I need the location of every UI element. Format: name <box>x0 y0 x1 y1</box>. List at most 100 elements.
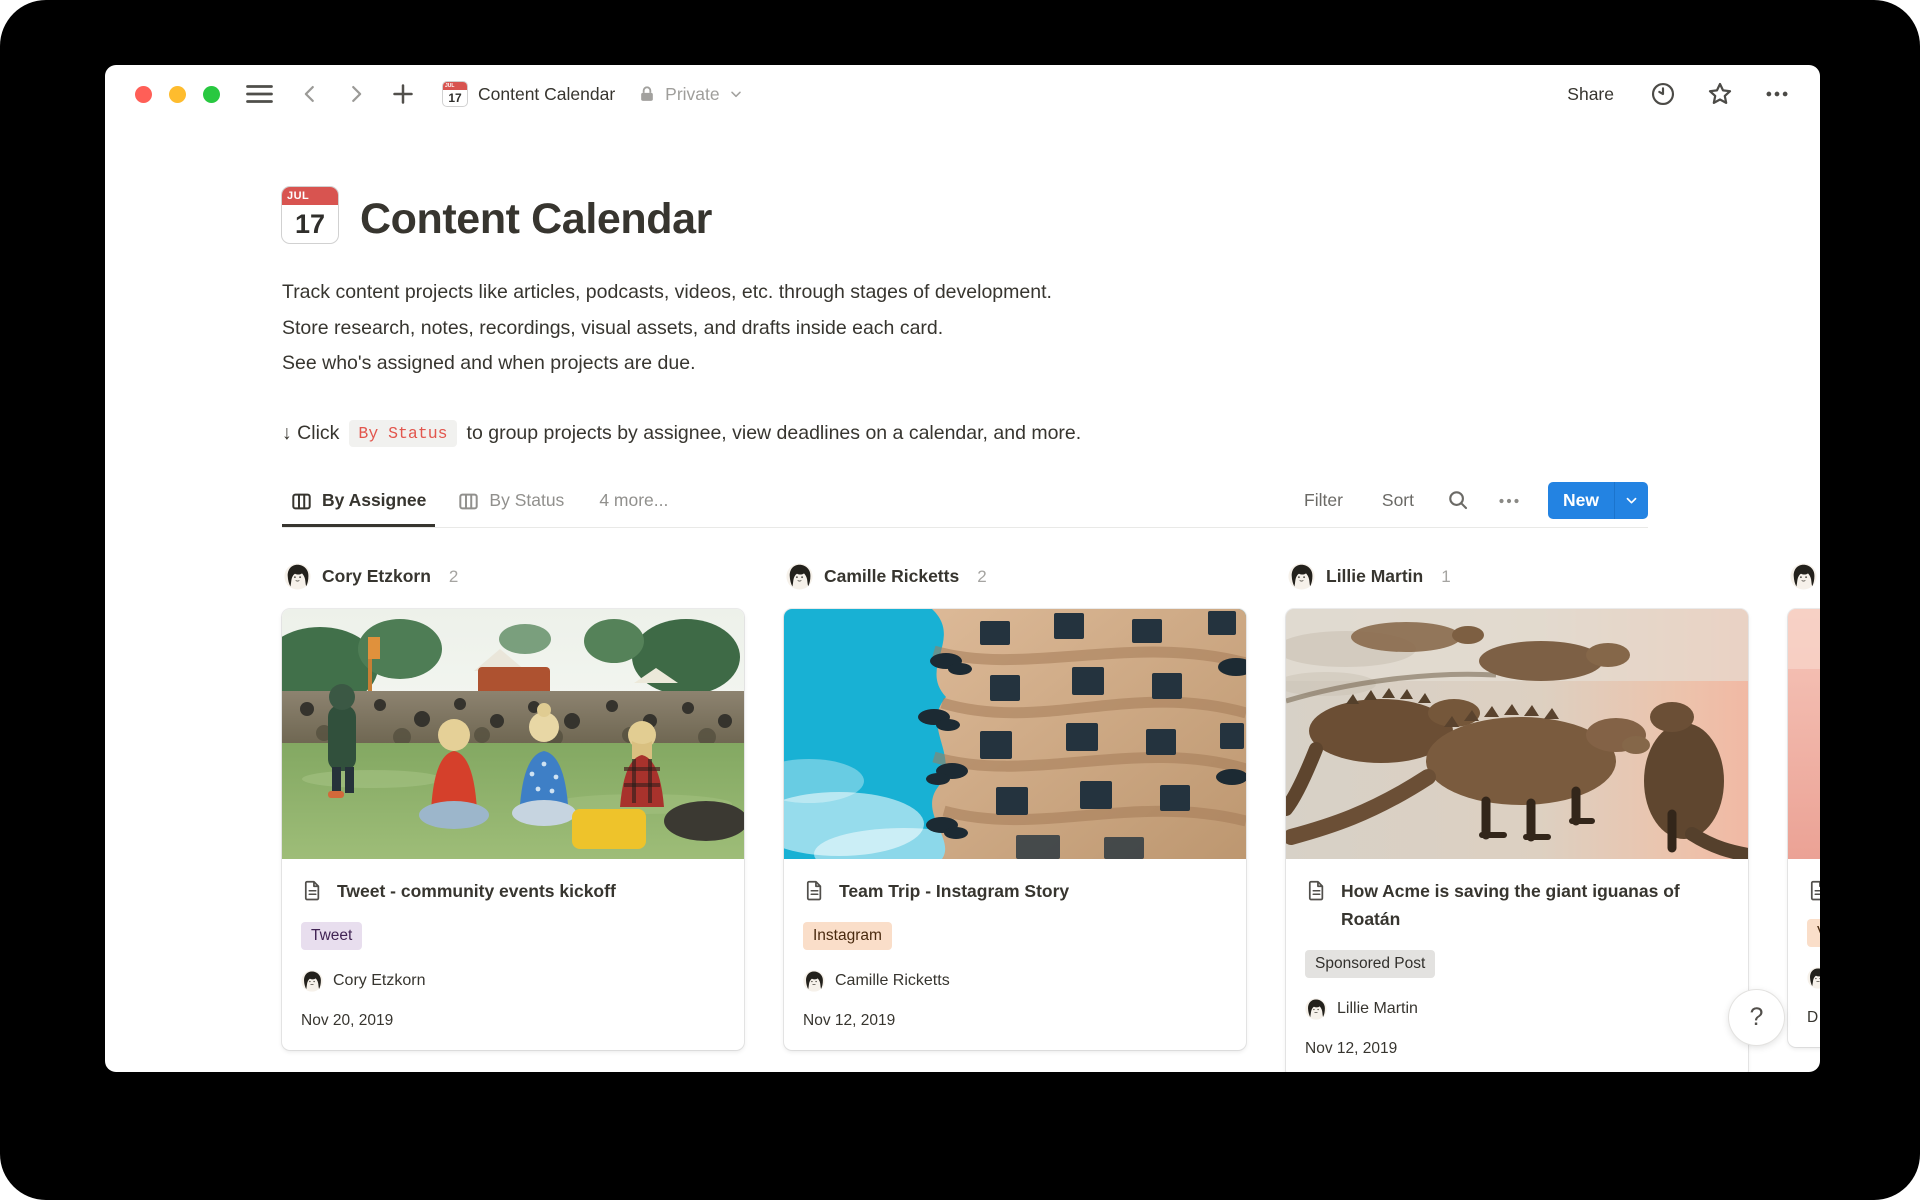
column-header[interactable]: Cory Etzkorn 2 <box>282 562 744 592</box>
card-body: V D <box>1788 859 1820 1047</box>
board-view: Cory Etzkorn 2 <box>282 562 1820 1073</box>
help-button[interactable]: ? <box>1729 990 1784 1045</box>
column-name: Camille Ricketts <box>824 566 959 587</box>
column-header[interactable]: Lillie Martin 1 <box>1286 562 1748 592</box>
more-options-button[interactable] <box>1764 81 1790 107</box>
new-dropdown-button[interactable] <box>1615 482 1648 519</box>
view-actions: Filter Sort New <box>1298 482 1648 519</box>
page-icon <box>1807 879 1820 902</box>
board-column-cory-etzkorn: Cory Etzkorn 2 <box>282 562 744 1050</box>
column-header[interactable] <box>1788 562 1820 592</box>
card-cover-iguanas-photo <box>1286 609 1748 859</box>
board-card[interactable]: Tweet - community events kickoff Tweet C… <box>282 609 744 1050</box>
board-column-camille-ricketts: Camille Ricketts 2 <box>784 562 1246 1050</box>
board-card[interactable]: Team Trip - Instagram Story Instagram Ca… <box>784 609 1246 1050</box>
description-line: Store research, notes, recordings, visua… <box>282 311 1648 347</box>
window-toolbar: JUL 17 Content Calendar Private Share <box>105 65 1820 123</box>
hamburger-icon <box>246 84 273 104</box>
card-date: Nov 20, 2019 <box>301 1012 725 1030</box>
card-body: Team Trip - Instagram Story Instagram Ca… <box>784 859 1246 1050</box>
nav-back-button[interactable] <box>299 83 321 105</box>
card-title: Tweet - community events kickoff <box>337 877 616 905</box>
card-title: Team Trip - Instagram Story <box>839 877 1069 905</box>
board-card[interactable]: V D <box>1788 609 1820 1047</box>
board-column-partial: V D <box>1788 562 1820 1047</box>
card-assignee <box>1807 967 1820 989</box>
favorite-button[interactable] <box>1706 80 1734 108</box>
view-options-button[interactable] <box>1497 489 1521 513</box>
avatar <box>803 970 825 992</box>
hint-suffix: to group projects by assignee, view dead… <box>467 422 1082 445</box>
column-name: Lillie Martin <box>1326 566 1423 587</box>
card-cover-building-photo <box>784 609 1246 859</box>
breadcrumb-title: Content Calendar <box>478 84 615 105</box>
avatar <box>1288 563 1315 590</box>
sidebar-toggle-button[interactable] <box>246 84 273 104</box>
card-body: How Acme is saving the giant iguanas of … <box>1286 859 1748 1073</box>
page-description: Track content projects like articles, po… <box>282 275 1648 382</box>
tag-instagram: Instagram <box>803 922 892 950</box>
minimize-button[interactable] <box>169 86 186 103</box>
updates-button[interactable] <box>1650 81 1676 107</box>
chevron-right-icon <box>345 83 367 105</box>
board-view-icon <box>458 491 479 512</box>
ellipsis-icon <box>1497 489 1521 513</box>
tab-by-assignee[interactable]: By Assignee <box>282 475 435 527</box>
new-page-button[interactable] <box>391 82 415 106</box>
board-card[interactable]: How Acme is saving the giant iguanas of … <box>1286 609 1748 1073</box>
hint-line: ↓ Click By Status to group projects by a… <box>282 420 1662 447</box>
privacy-label: Private <box>665 84 719 105</box>
plus-icon <box>391 82 415 106</box>
hint-prefix: ↓ Click <box>282 422 339 445</box>
column-count: 2 <box>449 567 458 587</box>
sort-button[interactable]: Sort <box>1376 489 1420 512</box>
column-header[interactable]: Camille Ricketts 2 <box>784 562 1246 592</box>
tab-by-status[interactable]: By Status <box>449 475 573 527</box>
lock-icon <box>637 84 657 104</box>
search-button[interactable] <box>1447 489 1470 512</box>
avatar <box>1807 967 1820 989</box>
notion-window: JUL 17 Content Calendar Private Share <box>105 65 1820 1072</box>
close-button[interactable] <box>135 86 152 103</box>
column-count: 2 <box>977 567 986 587</box>
avatar <box>786 563 813 590</box>
page-title: Content Calendar <box>360 196 712 243</box>
filter-button[interactable]: Filter <box>1298 489 1349 512</box>
search-icon <box>1447 489 1470 512</box>
share-button[interactable]: Share <box>1561 83 1620 106</box>
page-icon <box>301 879 324 902</box>
column-name: Cory Etzkorn <box>322 566 431 587</box>
description-line: Track content projects like articles, po… <box>282 275 1648 311</box>
avatar <box>301 970 323 992</box>
avatar <box>1790 563 1817 590</box>
clock-icon <box>1650 81 1676 107</box>
privacy-selector[interactable]: Private <box>637 84 743 105</box>
card-assignee: Camille Ricketts <box>803 970 1227 992</box>
card-date: Nov 12, 2019 <box>803 1012 1227 1030</box>
card-assignee: Lillie Martin <box>1305 998 1729 1020</box>
nav-forward-button[interactable] <box>345 83 367 105</box>
new-button-label: New <box>1548 482 1614 519</box>
tag-partial: V <box>1807 919 1820 947</box>
card-date: D <box>1807 1009 1820 1027</box>
avatar <box>284 563 311 590</box>
zoom-button[interactable] <box>203 86 220 103</box>
inline-code-by-status: By Status <box>349 420 456 447</box>
screenshot-backdrop: JUL 17 Content Calendar Private Share <box>0 0 1920 1200</box>
new-button[interactable]: New <box>1548 482 1648 519</box>
view-switcher-bar: By Assignee By Status 4 more... Filter S… <box>282 475 1648 528</box>
card-cover-pink-photo <box>1788 609 1820 859</box>
board-view-icon <box>291 491 312 512</box>
breadcrumb[interactable]: JUL 17 Content Calendar <box>443 82 615 106</box>
page-icon-calendar-emoji[interactable]: JUL 17 <box>282 187 338 243</box>
card-cover-festival-photo <box>282 609 744 859</box>
ellipsis-icon <box>1764 81 1790 107</box>
board-column-lillie-martin: Lillie Martin 1 <box>1286 562 1748 1073</box>
page-icon <box>1305 879 1328 902</box>
more-views-link[interactable]: 4 more... <box>593 489 674 512</box>
traffic-lights <box>135 86 220 103</box>
chevron-down-icon <box>728 86 744 102</box>
card-assignee: Cory Etzkorn <box>301 970 725 992</box>
chevron-down-icon <box>1624 493 1639 508</box>
chevron-left-icon <box>299 83 321 105</box>
